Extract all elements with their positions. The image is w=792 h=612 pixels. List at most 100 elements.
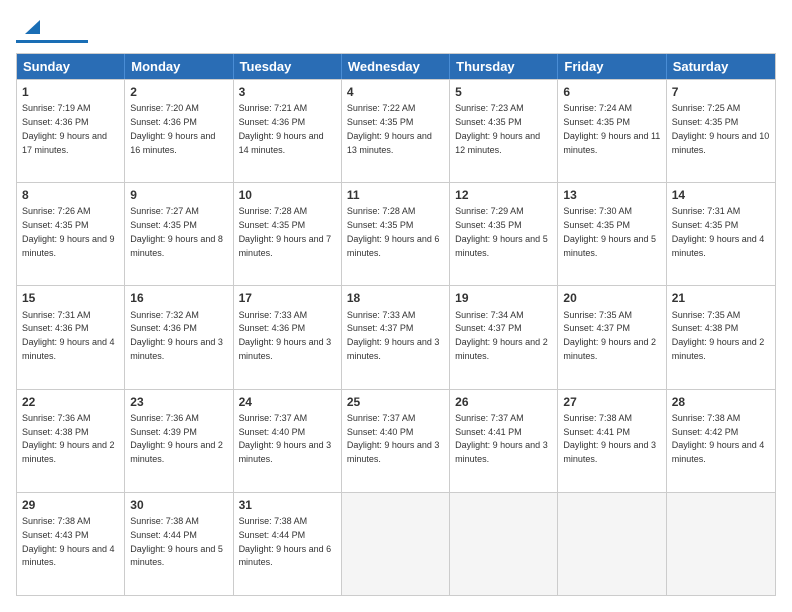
cell-info: Sunrise: 7:32 AMSunset: 4:36 PMDaylight:…: [130, 310, 223, 361]
calendar-cell: 27 Sunrise: 7:38 AMSunset: 4:41 PMDayligh…: [558, 390, 666, 492]
calendar-cell: 24 Sunrise: 7:37 AMSunset: 4:40 PMDayligh…: [234, 390, 342, 492]
cell-info: Sunrise: 7:20 AMSunset: 4:36 PMDaylight:…: [130, 103, 215, 154]
cell-info: Sunrise: 7:37 AMSunset: 4:40 PMDaylight:…: [347, 413, 440, 464]
day-number: 17: [239, 290, 336, 306]
page: SundayMondayTuesdayWednesdayThursdayFrid…: [0, 0, 792, 612]
day-number: 3: [239, 84, 336, 100]
day-number: 13: [563, 187, 660, 203]
cell-info: Sunrise: 7:28 AMSunset: 4:35 PMDaylight:…: [347, 206, 440, 257]
calendar-cell: 10 Sunrise: 7:28 AMSunset: 4:35 PMDayligh…: [234, 183, 342, 285]
calendar-cell: 18 Sunrise: 7:33 AMSunset: 4:37 PMDayligh…: [342, 286, 450, 388]
calendar-cell: 29 Sunrise: 7:38 AMSunset: 4:43 PMDayligh…: [17, 493, 125, 595]
calendar-cell: 17 Sunrise: 7:33 AMSunset: 4:36 PMDayligh…: [234, 286, 342, 388]
cell-info: Sunrise: 7:24 AMSunset: 4:35 PMDaylight:…: [563, 103, 660, 154]
cell-info: Sunrise: 7:29 AMSunset: 4:35 PMDaylight:…: [455, 206, 548, 257]
calendar-cell: 20Sunrise: 7:35 AMSunset: 4:37 PMDayligh…: [558, 286, 666, 388]
day-number: 29: [22, 497, 119, 513]
day-number: 23: [130, 394, 227, 410]
day-number: 21: [672, 290, 770, 306]
day-number: 25: [347, 394, 444, 410]
cell-info: Sunrise: 7:31 AMSunset: 4:36 PMDaylight:…: [22, 310, 115, 361]
day-number: 16: [130, 290, 227, 306]
calendar-cell: 19 Sunrise: 7:34 AMSunset: 4:37 PMDayligh…: [450, 286, 558, 388]
calendar-cell: 21 Sunrise: 7:35 AMSunset: 4:38 PMDayligh…: [667, 286, 775, 388]
calendar-cell: 5Sunrise: 7:23 AMSunset: 4:35 PMDaylight…: [450, 80, 558, 182]
cell-info: Sunrise: 7:37 AMSunset: 4:40 PMDaylight:…: [239, 413, 332, 464]
cell-info: Sunrise: 7:19 AMSunset: 4:36 PMDaylight:…: [22, 103, 107, 154]
calendar-row: 1Sunrise: 7:19 AMSunset: 4:36 PMDaylight…: [17, 79, 775, 182]
cell-info: Sunrise: 7:38 AMSunset: 4:44 PMDaylight:…: [239, 516, 332, 567]
cell-info: Sunrise: 7:34 AMSunset: 4:37 PMDaylight:…: [455, 310, 548, 361]
calendar-cell: 23 Sunrise: 7:36 AMSunset: 4:39 PMDayligh…: [125, 390, 233, 492]
cell-info: Sunrise: 7:28 AMSunset: 4:35 PMDaylight:…: [239, 206, 332, 257]
cell-info: Sunrise: 7:38 AMSunset: 4:44 PMDaylight:…: [130, 516, 223, 567]
calendar-cell: [667, 493, 775, 595]
day-number: 19: [455, 290, 552, 306]
day-number: 27: [563, 394, 660, 410]
header: [16, 16, 776, 43]
day-number: 4: [347, 84, 444, 100]
day-number: 6: [563, 84, 660, 100]
cell-info: Sunrise: 7:33 AMSunset: 4:37 PMDaylight:…: [347, 310, 440, 361]
day-number: 15: [22, 290, 119, 306]
cell-info: Sunrise: 7:33 AMSunset: 4:36 PMDaylight:…: [239, 310, 332, 361]
day-number: 24: [239, 394, 336, 410]
calendar-cell: 26Sunrise: 7:37 AMSunset: 4:41 PMDayligh…: [450, 390, 558, 492]
cell-info: Sunrise: 7:38 AMSunset: 4:42 PMDaylight:…: [672, 413, 765, 464]
calendar-cell: 22Sunrise: 7:36 AMSunset: 4:38 PMDayligh…: [17, 390, 125, 492]
day-number: 2: [130, 84, 227, 100]
day-number: 26: [455, 394, 552, 410]
cell-info: Sunrise: 7:31 AMSunset: 4:35 PMDaylight:…: [672, 206, 765, 257]
calendar-cell: 15 Sunrise: 7:31 AMSunset: 4:36 PMDayligh…: [17, 286, 125, 388]
calendar-cell: 13 Sunrise: 7:30 AMSunset: 4:35 PMDayligh…: [558, 183, 666, 285]
day-number: 10: [239, 187, 336, 203]
calendar-body: 1Sunrise: 7:19 AMSunset: 4:36 PMDaylight…: [17, 79, 775, 595]
cell-info: Sunrise: 7:27 AMSunset: 4:35 PMDaylight:…: [130, 206, 223, 257]
calendar-cell: 11 Sunrise: 7:28 AMSunset: 4:35 PMDayligh…: [342, 183, 450, 285]
day-number: 12: [455, 187, 552, 203]
calendar-row: 15 Sunrise: 7:31 AMSunset: 4:36 PMDayligh…: [17, 285, 775, 388]
calendar-cell: 9 Sunrise: 7:27 AMSunset: 4:35 PMDaylight…: [125, 183, 233, 285]
day-number: 18: [347, 290, 444, 306]
calendar-cell: [342, 493, 450, 595]
calendar-cell: 8Sunrise: 7:26 AMSunset: 4:35 PMDaylight…: [17, 183, 125, 285]
day-number: 31: [239, 497, 336, 513]
day-number: 5: [455, 84, 552, 100]
cell-info: Sunrise: 7:30 AMSunset: 4:35 PMDaylight:…: [563, 206, 656, 257]
day-number: 9: [130, 187, 227, 203]
logo-underline: [16, 40, 88, 43]
logo-icon: [20, 16, 40, 36]
calendar-cell: 6 Sunrise: 7:24 AMSunset: 4:35 PMDaylight…: [558, 80, 666, 182]
cal-header-day: Monday: [125, 54, 233, 79]
calendar-cell: 14 Sunrise: 7:31 AMSunset: 4:35 PMDayligh…: [667, 183, 775, 285]
calendar-cell: [558, 493, 666, 595]
calendar-cell: 3 Sunrise: 7:21 AMSunset: 4:36 PMDaylight…: [234, 80, 342, 182]
calendar: SundayMondayTuesdayWednesdayThursdayFrid…: [16, 53, 776, 596]
cal-header-day: Sunday: [17, 54, 125, 79]
cal-header-day: Tuesday: [234, 54, 342, 79]
cal-header-day: Wednesday: [342, 54, 450, 79]
calendar-cell: 25 Sunrise: 7:37 AMSunset: 4:40 PMDayligh…: [342, 390, 450, 492]
cell-info: Sunrise: 7:38 AMSunset: 4:43 PMDaylight:…: [22, 516, 115, 567]
cell-info: Sunrise: 7:36 AMSunset: 4:38 PMDaylight:…: [22, 413, 115, 464]
cell-info: Sunrise: 7:21 AMSunset: 4:36 PMDaylight:…: [239, 103, 324, 154]
cell-info: Sunrise: 7:38 AMSunset: 4:41 PMDaylight:…: [563, 413, 656, 464]
calendar-cell: [450, 493, 558, 595]
calendar-row: 8Sunrise: 7:26 AMSunset: 4:35 PMDaylight…: [17, 182, 775, 285]
day-number: 7: [672, 84, 770, 100]
day-number: 14: [672, 187, 770, 203]
calendar-header: SundayMondayTuesdayWednesdayThursdayFrid…: [17, 54, 775, 79]
day-number: 11: [347, 187, 444, 203]
cell-info: Sunrise: 7:35 AMSunset: 4:38 PMDaylight:…: [672, 310, 765, 361]
cal-header-day: Saturday: [667, 54, 775, 79]
cell-info: Sunrise: 7:22 AMSunset: 4:35 PMDaylight:…: [347, 103, 432, 154]
calendar-cell: 31 Sunrise: 7:38 AMSunset: 4:44 PMDayligh…: [234, 493, 342, 595]
cell-info: Sunrise: 7:35 AMSunset: 4:37 PMDaylight:…: [563, 310, 656, 361]
cell-info: Sunrise: 7:26 AMSunset: 4:35 PMDaylight:…: [22, 206, 115, 257]
day-number: 30: [130, 497, 227, 513]
calendar-cell: 4 Sunrise: 7:22 AMSunset: 4:35 PMDaylight…: [342, 80, 450, 182]
calendar-cell: 16 Sunrise: 7:32 AMSunset: 4:36 PMDayligh…: [125, 286, 233, 388]
logo: [16, 16, 88, 43]
calendar-cell: 1Sunrise: 7:19 AMSunset: 4:36 PMDaylight…: [17, 80, 125, 182]
cell-info: Sunrise: 7:36 AMSunset: 4:39 PMDaylight:…: [130, 413, 223, 464]
